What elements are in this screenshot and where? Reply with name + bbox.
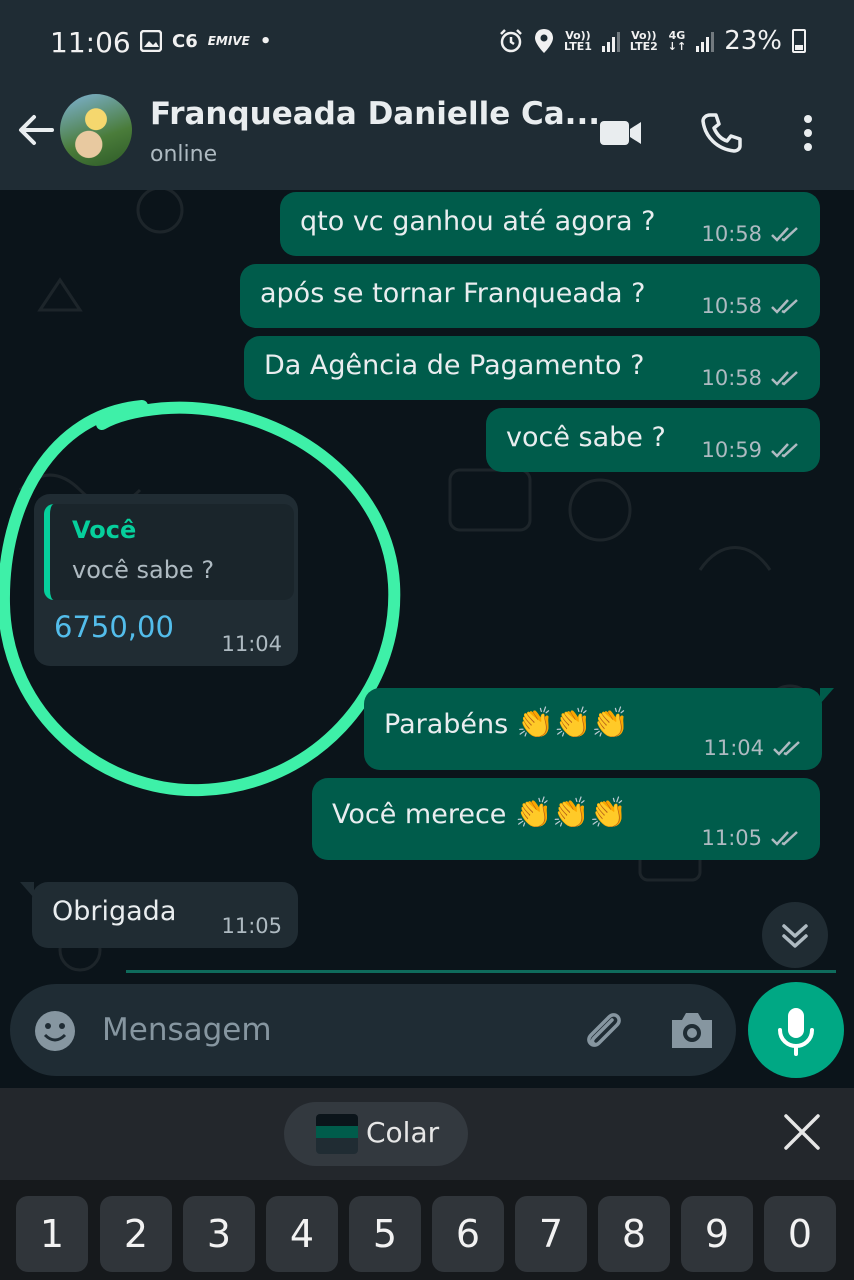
microphone-button[interactable] (748, 982, 844, 1078)
double-check-icon (771, 371, 798, 386)
input-divider (126, 970, 836, 973)
message-time: 11:05 (701, 826, 762, 850)
message-time: 11:05 (221, 914, 282, 938)
double-check-icon (771, 299, 798, 314)
message-meta: 10:58 (701, 222, 802, 246)
voice-call-icon[interactable] (698, 110, 744, 156)
network-type: 4G ↓↑ (667, 29, 687, 53)
keyboard-toolbar: Colar (0, 1088, 854, 1180)
camera-icon[interactable] (668, 1008, 716, 1052)
message-text: após se tornar Franqueada ? (260, 278, 646, 309)
key-5[interactable]: 5 (349, 1196, 421, 1272)
key-0[interactable]: 0 (764, 1196, 836, 1272)
sim2-indicator: Vo)) LTE2 (629, 29, 658, 53)
message-time: 10:59 (701, 438, 762, 462)
message-meta: 10:58 (701, 294, 802, 318)
video-call-icon[interactable] (598, 110, 644, 156)
message-meta: 11:04 (703, 736, 804, 760)
clapping-hands-emoji: 👏👏👏 (515, 796, 628, 831)
message-time: 10:58 (701, 222, 762, 246)
message-input[interactable]: Mensagem (102, 1012, 272, 1048)
close-icon[interactable] (780, 1110, 824, 1154)
status-bar: 11:06 C6 EMIVE • Vo)) LTE1 Vo)) LTE2 4G ↓… (0, 0, 854, 88)
message-meta: 10:59 (701, 438, 802, 462)
message-time: 10:58 (701, 366, 762, 390)
message-text: Da Agência de Pagamento ? (264, 350, 645, 381)
message-outgoing[interactable]: Você merece 👏👏👏 11:05 (312, 778, 820, 860)
message-time: 11:04 (703, 736, 764, 760)
message-time: 11:04 (221, 632, 282, 656)
c6-icon: C6 (172, 30, 198, 52)
notification-icons: C6 EMIVE • (140, 30, 271, 52)
key-2[interactable]: 2 (100, 1196, 172, 1272)
emive-icon: EMIVE (207, 34, 250, 48)
image-icon (140, 30, 162, 52)
message-text[interactable]: 6750,00 (54, 610, 174, 644)
key-6[interactable]: 6 (432, 1196, 504, 1272)
battery-percent: 23% (724, 26, 782, 56)
paste-suggestion-chip[interactable]: Colar (284, 1102, 468, 1166)
message-meta: 11:05 (221, 914, 282, 938)
key-7[interactable]: 7 (515, 1196, 587, 1272)
paste-label: Colar (366, 1116, 440, 1149)
back-arrow-icon[interactable] (14, 108, 58, 152)
key-3[interactable]: 3 (183, 1196, 255, 1272)
contact-status: online (150, 142, 218, 167)
message-incoming[interactable]: Obrigada 11:05 (20, 882, 298, 948)
message-meta: 10:58 (701, 366, 802, 390)
double-check-icon (771, 831, 798, 846)
more-options-icon[interactable] (786, 110, 832, 156)
key-9[interactable]: 9 (681, 1196, 753, 1272)
message-incoming-reply[interactable]: Você você sabe ? 6750,00 11:04 (34, 494, 298, 666)
emoji-icon[interactable] (32, 1008, 78, 1054)
chat-area[interactable]: qto vc ganhou até agora ? 10:58 após se … (0, 190, 854, 1090)
quoted-author: Você (72, 516, 137, 544)
message-meta: 11:05 (701, 826, 802, 850)
key-8[interactable]: 8 (598, 1196, 670, 1272)
status-time: 11:06 (50, 26, 131, 59)
message-text: Parabéns (384, 709, 509, 740)
message-meta: 11:04 (221, 632, 282, 656)
message-outgoing[interactable]: após se tornar Franqueada ? 10:58 (240, 264, 820, 328)
chat-header: Franqueada Danielle Ca... online (0, 88, 854, 190)
quoted-text: você sabe ? (72, 556, 215, 584)
sim1-indicator: Vo)) LTE1 (564, 29, 592, 53)
signal-bars-1-icon (601, 30, 620, 52)
message-time: 10:58 (701, 294, 762, 318)
message-composer[interactable]: Mensagem (10, 984, 736, 1076)
message-text: Obrigada (52, 896, 177, 927)
message-outgoing[interactable]: você sabe ? 10:59 (486, 408, 820, 472)
key-4[interactable]: 4 (266, 1196, 338, 1272)
quoted-message[interactable]: Você você sabe ? (44, 504, 294, 600)
signal-bars-2-icon (696, 30, 715, 52)
battery-icon (792, 29, 806, 53)
location-icon (535, 29, 554, 53)
message-outgoing[interactable]: Parabéns 👏👏👏 11:04 (364, 688, 834, 770)
alarm-icon (500, 29, 522, 53)
message-text: você sabe ? (506, 422, 666, 453)
more-notifications-dot: • (259, 30, 272, 52)
system-icons: Vo)) LTE1 Vo)) LTE2 4G ↓↑ 23% (498, 26, 806, 56)
scroll-to-bottom-button[interactable] (762, 902, 828, 968)
message-outgoing[interactable]: qto vc ganhou até agora ? 10:58 (280, 192, 820, 256)
microphone-icon (778, 1008, 814, 1056)
double-check-icon (773, 741, 800, 756)
message-outgoing[interactable]: Da Agência de Pagamento ? 10:58 (244, 336, 820, 400)
key-1[interactable]: 1 (16, 1196, 88, 1272)
message-text: Você merece (332, 799, 507, 830)
double-check-icon (771, 443, 798, 458)
message-text: qto vc ganhou até agora ? (300, 206, 656, 237)
double-chevron-down-icon (782, 924, 808, 948)
contact-name[interactable]: Franqueada Danielle Ca... (150, 96, 600, 132)
keyboard-number-row: 1 2 3 4 5 6 7 8 9 0 (0, 1180, 854, 1280)
double-check-icon (771, 227, 798, 242)
clapping-hands-emoji: 👏👏👏 (516, 706, 629, 741)
attachment-icon[interactable] (578, 1006, 628, 1056)
clipboard-thumbnail (316, 1114, 358, 1154)
contact-avatar[interactable] (60, 94, 132, 166)
